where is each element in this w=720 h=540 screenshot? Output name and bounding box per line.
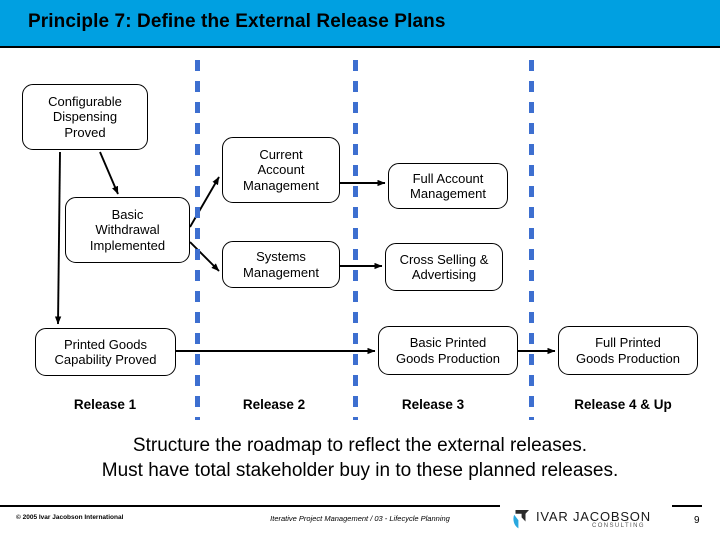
divider-1 xyxy=(195,60,200,420)
diagram-node-label: Current Account Management xyxy=(243,147,319,193)
page-title: Principle 7: Define the External Release… xyxy=(28,11,446,32)
divider-2 xyxy=(353,60,358,420)
slide: Principle 7: Define the External Release… xyxy=(0,0,720,540)
swimlane-label-release-3: Release 3 xyxy=(401,397,465,412)
diagram-node-cross-selling-advertising[interactable]: Cross Selling & Advertising xyxy=(385,243,503,291)
diagram-node-systems-management[interactable]: Systems Management xyxy=(222,241,340,288)
diagram-node-label: Full Printed Goods Production xyxy=(575,335,681,366)
diagram-node-label: Printed Goods Capability Proved xyxy=(54,336,157,367)
footer-divider-right xyxy=(672,505,702,507)
key-message: Structure the roadmap to reflect the ext… xyxy=(0,433,720,483)
release-roadmap-diagram: Configurable Dispensing Proved Basic Withdra… xyxy=(0,50,720,420)
diagram-node-label: Basic Printed Goods Production xyxy=(395,335,501,366)
logo-mark-icon xyxy=(513,510,529,529)
diagram-node-label: Basic Withdrawal Implemented xyxy=(89,207,166,253)
diagram-node-label: Full Account Management xyxy=(410,170,486,201)
diagram-node-printed-goods-capability-proved[interactable]: Printed Goods Capability Proved xyxy=(35,328,176,376)
page-number: 9 xyxy=(694,515,700,526)
diagram-node-label: Cross Selling & Advertising xyxy=(399,251,489,282)
key-message-line-2: Must have total stakeholder buy in to th… xyxy=(101,460,619,482)
connector-dispensing-to-printed-goods xyxy=(54,151,62,325)
footer-divider-left xyxy=(0,505,500,507)
diagram-node-basic-printed-goods-production[interactable]: Basic Printed Goods Production xyxy=(378,326,518,375)
diagram-node-label: Configurable Dispensing Proved xyxy=(48,94,122,140)
diagram-node-basic-withdrawal-implemented[interactable]: Basic Withdrawal Implemented xyxy=(65,197,190,263)
swimlane-label-release-4: Release 4 & Up xyxy=(574,397,672,412)
swimlane-label-release-2: Release 2 xyxy=(242,397,306,412)
logo-wordmark: IVAR JACOBSON xyxy=(536,509,651,524)
diagram-node-full-printed-goods-production[interactable]: Full Printed Goods Production xyxy=(558,326,698,375)
swimlane-label-release-1: Release 1 xyxy=(73,397,137,412)
connector-dispensing-to-withdrawal xyxy=(99,151,119,195)
diagram-node-label: Systems Management xyxy=(243,249,319,280)
diagram-node-current-account-management[interactable]: Current Account Management xyxy=(222,137,340,203)
divider-3 xyxy=(529,60,534,420)
ivar-jacobson-logo: IVAR JACOBSON CONSULTING xyxy=(512,506,672,532)
logo-tagline: CONSULTING xyxy=(592,523,645,529)
diagram-node-configurable-dispensing-proved[interactable]: Configurable Dispensing Proved xyxy=(22,84,148,150)
key-message-line-1: Structure the roadmap to reflect the ext… xyxy=(132,435,588,456)
diagram-node-full-account-management[interactable]: Full Account Management xyxy=(388,163,508,209)
